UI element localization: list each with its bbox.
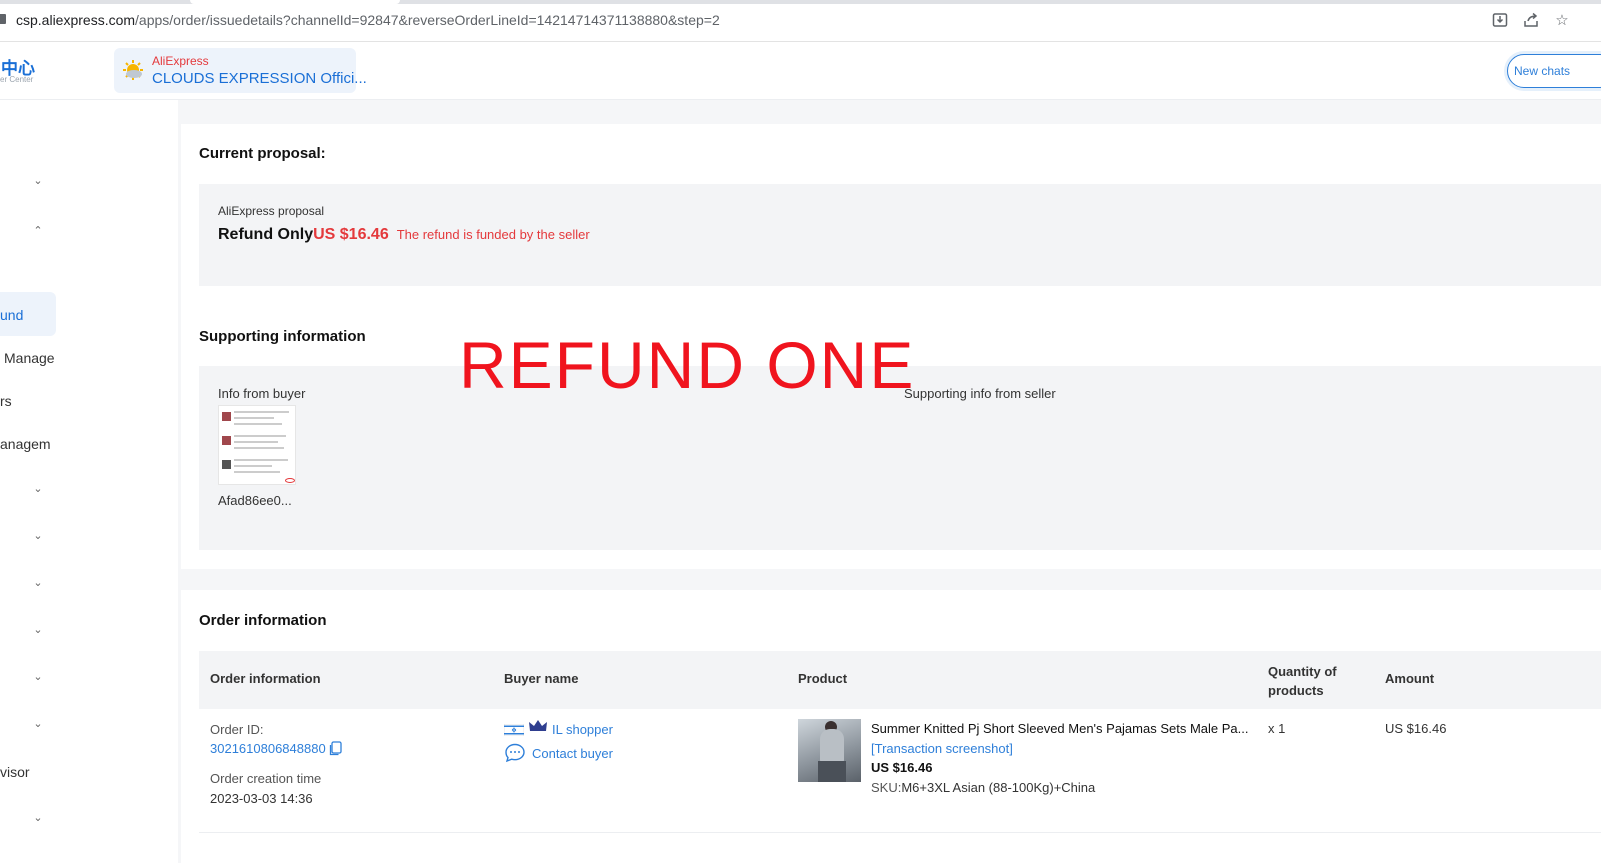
store-brand: AliExpress: [152, 54, 209, 68]
israel-flag-icon: [503, 723, 525, 739]
new-chats-button[interactable]: New chats: [1507, 54, 1601, 88]
seller-info-label: Supporting info from seller: [904, 386, 1056, 401]
browser-tab-strip: [0, 0, 1601, 4]
chevron-down-icon[interactable]: ⌄: [30, 811, 46, 824]
copy-icon[interactable]: [329, 741, 343, 759]
crown-icon: [528, 718, 548, 736]
share-icon[interactable]: [1522, 12, 1540, 30]
proposal-type: Refund Only: [218, 226, 314, 243]
order-created-time: 2023-03-03 14:36: [210, 791, 313, 806]
contact-buyer-link[interactable]: Contact buyer: [532, 746, 613, 761]
chevron-down-icon[interactable]: ⌄: [30, 717, 46, 730]
row-divider: [199, 832, 1601, 833]
supporting-info-title: Supporting information: [199, 328, 366, 345]
buyer-info-label: Info from buyer: [218, 386, 306, 401]
column-header-order-info: Order information: [210, 671, 321, 686]
proposal-amount: US $16.46: [313, 226, 389, 243]
buyer-name-link[interactable]: IL shopper: [552, 722, 613, 737]
column-header-amount: Amount: [1385, 671, 1435, 686]
sidebar-item-refund[interactable]: und: [0, 307, 23, 323]
overlay-annotation: REFUND ONE: [459, 328, 916, 402]
proposal-summary: Refund OnlyUS $16.46 The refund is funded…: [218, 226, 590, 244]
chevron-up-icon[interactable]: ⌃: [30, 224, 46, 237]
attachment-filename[interactable]: Afad86ee0...: [218, 493, 292, 508]
store-logo-icon: [123, 60, 143, 80]
product-name[interactable]: Summer Knitted Pj Short Sleeved Men's Pa…: [871, 721, 1248, 736]
chat-bubble-icon[interactable]: [504, 743, 526, 766]
url-host: csp.aliexpress.com: [16, 12, 136, 28]
current-proposal-title: Current proposal:: [199, 145, 326, 162]
order-id-label: Order ID:: [210, 722, 264, 737]
product-price: US $16.46: [871, 760, 933, 775]
sidebar-item-manage[interactable]: Manage: [4, 350, 55, 366]
sku-value: M6+3XL Asian (88-100Kg)+China: [901, 780, 1096, 795]
chevron-down-icon[interactable]: ⌄: [30, 174, 46, 187]
sidebar-item-advisor[interactable]: visor: [0, 764, 30, 780]
store-name: CLOUDS EXPRESSION Offici...: [152, 70, 367, 87]
column-header-quantity: Quantity of products: [1268, 664, 1337, 698]
order-created-label: Order creation time: [210, 771, 322, 786]
column-header-product: Product: [798, 671, 848, 686]
product-quantity: x 1: [1268, 721, 1286, 736]
chevron-down-icon[interactable]: ⌄: [30, 623, 46, 636]
url-path: /apps/order/issuedetails?channelId=92847…: [135, 12, 720, 28]
buyer-attachment-thumbnail[interactable]: [218, 405, 296, 485]
active-tab[interactable]: [190, 0, 400, 4]
chevron-down-icon[interactable]: ⌄: [30, 529, 46, 542]
product-image[interactable]: [798, 719, 861, 782]
bookmark-star-icon[interactable]: ☆: [1553, 12, 1571, 30]
chevron-down-icon[interactable]: ⌄: [30, 482, 46, 495]
product-sku: SKU:M6+3XL Asian (88-100Kg)+China: [871, 780, 1095, 795]
column-header-buyer-name: Buyer name: [504, 671, 579, 686]
sidebar-item-orders[interactable]: rs: [0, 393, 12, 409]
browser-url-bar[interactable]: csp.aliexpress.com/apps/order/issuedetai…: [0, 0, 1601, 42]
sidebar-item-management[interactable]: anagem: [0, 436, 51, 452]
proposal-note: The refund is funded by the seller: [396, 227, 590, 242]
sidebar: ⌄ ⌃ und Manage rs anagem ⌄ ⌄ ⌄ ⌄ ⌄ ⌄ vis…: [0, 100, 178, 863]
app-header: 中心 er Center AliExpress CLOUDS EXPRESSIO…: [0, 42, 1601, 100]
transaction-screenshot-link[interactable]: [Transaction screenshot]: [871, 741, 1013, 756]
url-text[interactable]: csp.aliexpress.com/apps/order/issuedetai…: [16, 12, 720, 28]
order-amount: US $16.46: [1385, 721, 1447, 736]
lock-icon[interactable]: [0, 14, 6, 24]
logo-subtitle: er Center: [0, 75, 34, 84]
store-switcher[interactable]: AliExpress CLOUDS EXPRESSION Offici...: [114, 48, 367, 93]
chevron-down-icon[interactable]: ⌄: [30, 670, 46, 683]
sku-label: SKU:: [871, 780, 902, 795]
proposal-label: AliExpress proposal: [218, 204, 325, 218]
order-id-link[interactable]: 3021610806848880: [210, 741, 326, 756]
install-app-icon[interactable]: [1491, 12, 1509, 30]
chevron-down-icon[interactable]: ⌄: [30, 576, 46, 589]
order-info-title: Order information: [199, 612, 327, 629]
